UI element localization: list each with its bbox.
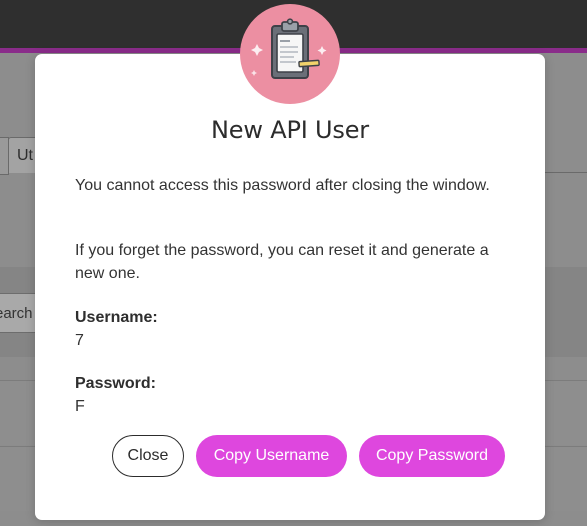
copy-username-button[interactable]: Copy Username [196,435,347,477]
username-value: 7 [75,332,84,349]
dialog-badge [240,4,340,104]
copy-password-button[interactable]: Copy Password [359,435,505,477]
close-button[interactable]: Close [112,435,184,477]
password-value: F [75,398,85,415]
dialog-title: New API User [211,116,369,144]
password-reset-info-text: If you forget the password, you can rese… [75,242,489,282]
username-label: Username: [75,309,158,326]
clipboard-icon [251,18,327,79]
password-warning-text: You cannot access this password after cl… [75,177,490,194]
password-label: Password: [75,375,156,392]
